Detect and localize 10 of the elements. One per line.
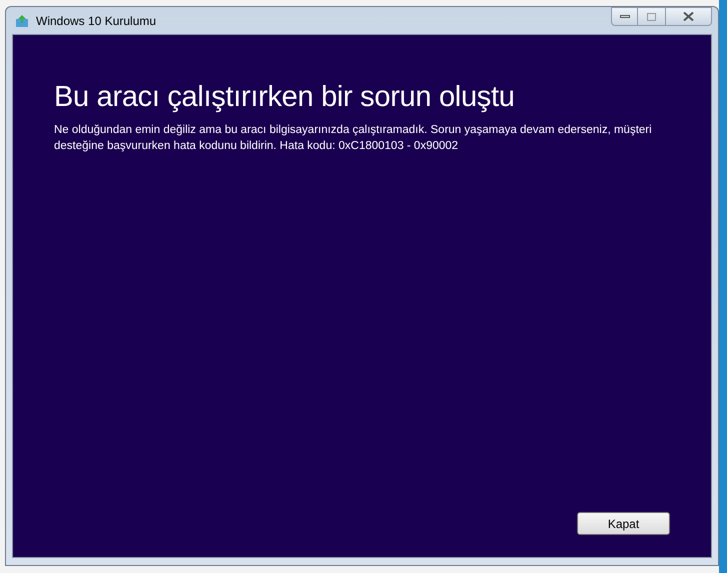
setup-icon [15,14,29,28]
maximize-icon [647,12,656,20]
error-message: Ne olduğundan emin değiliz ama bu aracı bilgisayarınızda çalıştıramadık. Sorun yaşamaya devam ederseniz, müşteri desteğine başvururken hata kodunu bildirin. Hata kodu: 0xC1800103 - 0x90002 [54,123,653,154]
error-heading: Bu aracı çalıştırırken bir sorun oluştu [54,80,516,115]
close-icon [683,12,694,21]
minimize-button[interactable] [611,7,638,26]
close-dialog-button[interactable]: Kapat [577,512,670,535]
window-title: Windows 10 Kurulumu [36,12,156,30]
close-button[interactable] [665,7,712,26]
minimize-icon [620,15,630,18]
